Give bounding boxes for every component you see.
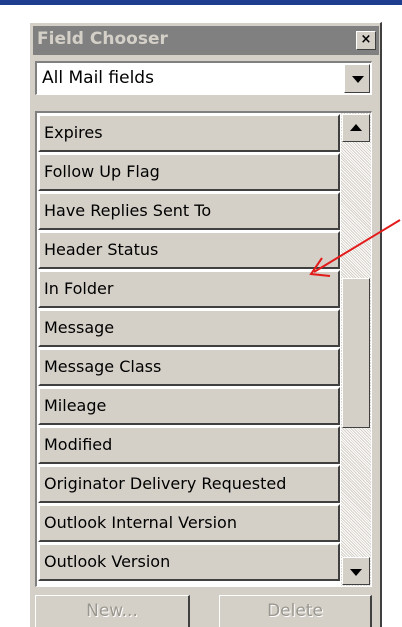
field-chooser-dialog: Field Chooser × All Mail fields Expires F… xyxy=(29,22,382,627)
field-item[interactable]: Message Class xyxy=(38,348,340,386)
desktop-top-strip xyxy=(0,0,402,5)
field-set-dropdown[interactable]: All Mail fields xyxy=(35,61,372,95)
dropdown-value: All Mail fields xyxy=(42,68,154,88)
delete-button[interactable]: Delete xyxy=(219,595,372,627)
scroll-thumb[interactable] xyxy=(342,278,370,428)
arrow-down-icon xyxy=(350,569,362,576)
new-button[interactable]: New... xyxy=(35,595,190,627)
field-item[interactable]: Follow Up Flag xyxy=(38,153,340,191)
field-item[interactable]: Message xyxy=(38,309,340,347)
field-item[interactable]: Have Replies Sent To xyxy=(38,192,340,230)
arrow-up-icon xyxy=(350,124,362,131)
arrow-shaft xyxy=(313,219,401,273)
field-item[interactable]: Header Status xyxy=(38,231,340,269)
field-item[interactable]: Mileage xyxy=(38,387,340,425)
field-item[interactable]: In Folder xyxy=(38,270,340,308)
field-item[interactable]: Modified xyxy=(38,426,340,464)
vertical-scrollbar[interactable] xyxy=(341,113,371,586)
chevron-down-icon xyxy=(352,76,364,83)
dropdown-button[interactable] xyxy=(344,64,370,93)
field-item[interactable]: Outlook Version xyxy=(38,543,340,581)
close-button[interactable]: × xyxy=(356,31,376,50)
scroll-down-button[interactable] xyxy=(342,557,370,585)
scroll-up-button[interactable] xyxy=(342,114,370,142)
close-icon: × xyxy=(360,32,372,47)
title-bar[interactable]: Field Chooser × xyxy=(33,26,379,55)
field-item[interactable]: Outlook Internal Version xyxy=(38,504,340,542)
red-arrow-annotation xyxy=(309,219,401,277)
field-item[interactable]: Expires xyxy=(38,114,340,152)
field-item[interactable]: Originator Delivery Requested xyxy=(38,465,340,503)
field-list[interactable]: Expires Follow Up Flag Have Replies Sent T… xyxy=(35,111,372,587)
field-list-items: Expires Follow Up Flag Have Replies Sent T… xyxy=(38,114,340,582)
button-row: New... Delete xyxy=(35,595,372,627)
window-title: Field Chooser xyxy=(37,29,168,49)
